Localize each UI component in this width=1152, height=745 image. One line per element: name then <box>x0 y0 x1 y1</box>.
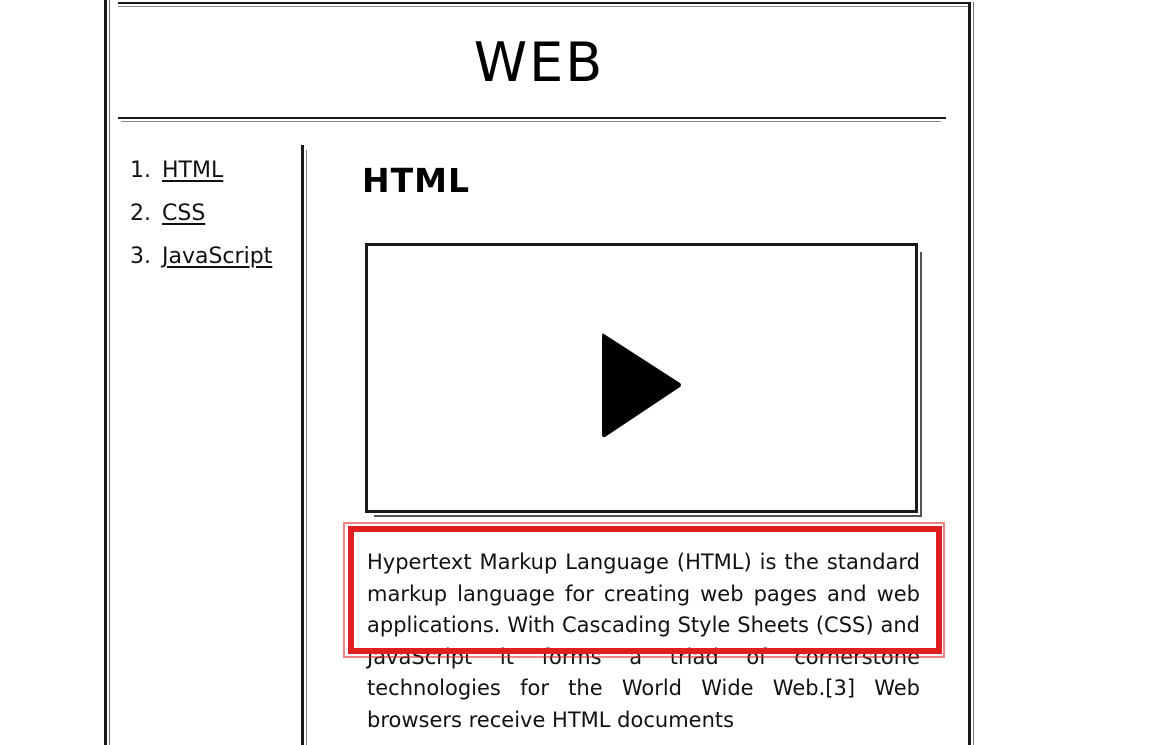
nav-link-html[interactable]: HTML <box>162 158 223 183</box>
sidebar-nav: 1. HTML 2. CSS 3. JavaScript <box>130 155 272 284</box>
article-heading: HTML <box>362 161 470 200</box>
nav-item-number: 3. <box>130 244 151 269</box>
frame-top-border-shadow <box>118 6 968 7</box>
header-divider-shadow <box>121 121 941 122</box>
nav-item-number: 1. <box>130 158 151 183</box>
nav-link-css[interactable]: CSS <box>162 201 205 226</box>
frame-right-border-shadow <box>973 2 974 745</box>
article-body-text: Hypertext Markup Language (HTML) is the … <box>367 550 920 732</box>
nav-item-number: 2. <box>130 201 151 226</box>
header-divider <box>118 117 946 119</box>
frame-left-border <box>104 0 107 745</box>
frame-right-border <box>968 2 971 745</box>
frame-left-border-shadow <box>109 0 110 745</box>
sidebar-divider <box>301 145 304 745</box>
site-title: WEB <box>473 31 605 94</box>
page: WEB 1. HTML 2. CSS 3. JavaScript HTML Hyper… <box>0 0 1152 745</box>
frame-top-border <box>118 2 971 4</box>
video-player[interactable] <box>365 243 922 517</box>
nav-item-css: 2. CSS <box>130 198 272 241</box>
nav-item-javascript: 3. JavaScript <box>130 241 272 284</box>
nav-link-javascript[interactable]: JavaScript <box>162 244 272 269</box>
play-icon[interactable] <box>602 330 682 440</box>
nav-item-html: 1. HTML <box>130 155 272 198</box>
sidebar-divider-shadow <box>306 150 307 745</box>
